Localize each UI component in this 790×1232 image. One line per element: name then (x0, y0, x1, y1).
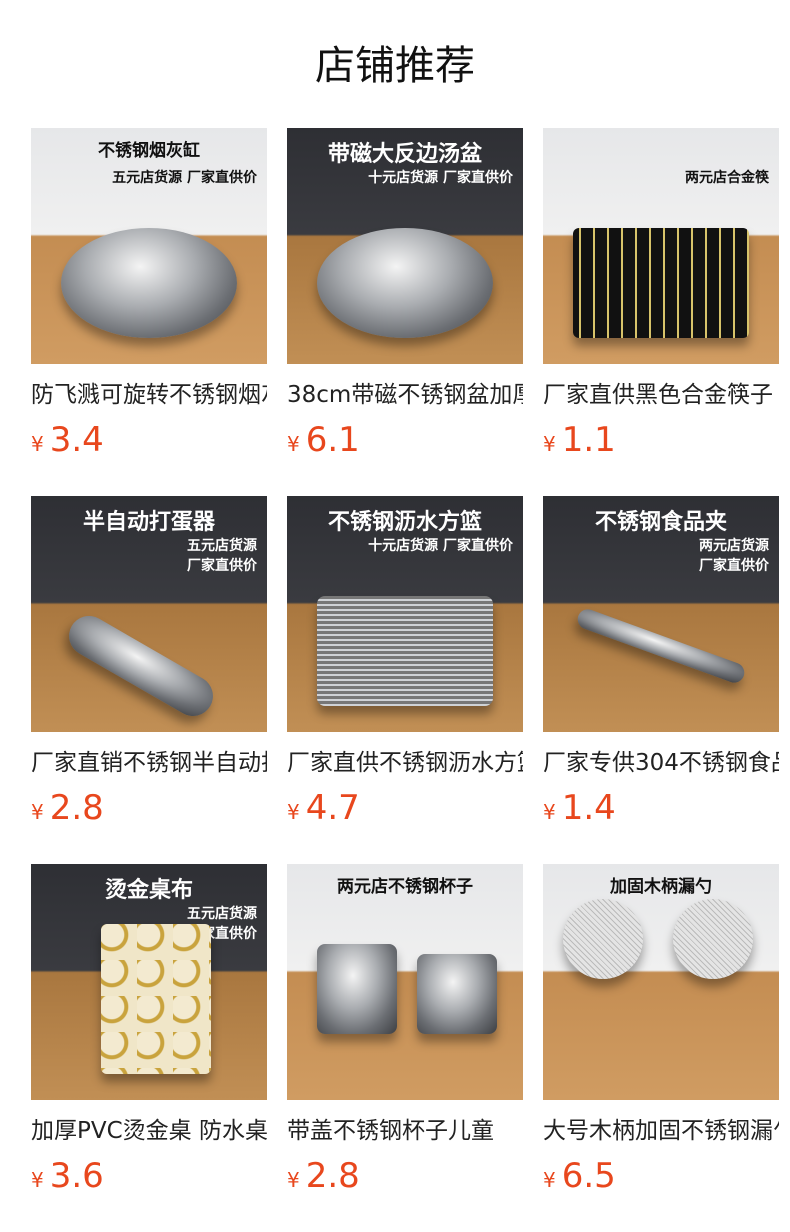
currency-symbol: ¥ (31, 1168, 44, 1192)
product-card[interactable]: 烫金桌布 五元店货源 厂家直供价 加厚PVC烫金桌 防水桌布 ¥3.6 (31, 864, 267, 1204)
product-image[interactable]: 两元店不锈钢杯子 (287, 864, 523, 1100)
image-caption: 两元店不锈钢杯子 (337, 877, 473, 897)
product-name[interactable]: 厂家直供不锈钢沥水方篮 (287, 746, 523, 780)
image-subcaption: 十元店货源 厂家直供价 (368, 170, 513, 186)
image-caption: 加固木柄漏勺 (610, 877, 712, 897)
product-image[interactable]: 不锈钢烟灰缸 五元店货源 厂家直供价 (31, 128, 267, 364)
product-grid: 不锈钢烟灰缸 五元店货源 厂家直供价 防飞溅可旋转不锈钢烟灰缸 ¥3.4 带磁大… (31, 128, 790, 1232)
product-name[interactable]: 38cm带磁不锈钢盆加厚 (287, 378, 523, 412)
price-value: 2.8 (305, 1156, 360, 1196)
product-price: ¥2.8 (31, 786, 267, 836)
product-card[interactable]: 带磁大反边汤盆 十元店货源 厂家直供价 38cm带磁不锈钢盆加厚 ¥6.1 (287, 128, 523, 468)
price-value: 2.8 (49, 788, 104, 828)
product-card[interactable]: 加固木柄漏勺 大号木柄加固不锈钢漏勺 ¥6.5 (543, 864, 779, 1204)
product-image[interactable]: 带磁大反边汤盆 十元店货源 厂家直供价 (287, 128, 523, 364)
page-title: 店铺推荐 (315, 43, 475, 89)
price-value: 6.5 (561, 1156, 616, 1196)
basin-graphic (317, 228, 493, 338)
product-card[interactable]: 不锈钢沥水方篮 十元店货源 厂家直供价 厂家直供不锈钢沥水方篮 ¥4.7 (287, 496, 523, 836)
product-name[interactable]: 厂家直销不锈钢半自动打蛋器 (31, 746, 267, 780)
tongs-graphic (574, 606, 748, 686)
currency-symbol: ¥ (543, 1168, 556, 1192)
product-card[interactable]: 两元店合金筷 厂家直供黑色合金筷子 ¥1.1 (543, 128, 779, 468)
currency-symbol: ¥ (287, 1168, 300, 1192)
price-value: 3.4 (49, 420, 104, 460)
price-value: 3.6 (49, 1156, 104, 1196)
price-value: 1.1 (561, 420, 616, 460)
image-caption: 烫金桌布 (104, 878, 193, 903)
currency-symbol: ¥ (31, 432, 44, 456)
currency-symbol: ¥ (287, 432, 300, 456)
product-name[interactable]: 大号木柄加固不锈钢漏勺 (543, 1114, 779, 1148)
currency-symbol: ¥ (287, 800, 300, 824)
currency-symbol: ¥ (543, 432, 556, 456)
product-price: ¥2.8 (287, 1154, 523, 1204)
product-card[interactable]: 两元店不锈钢杯子 带盖不锈钢杯子儿童 ¥2.8 (287, 864, 523, 1204)
price-value: 6.1 (305, 420, 360, 460)
product-name[interactable]: 防飞溅可旋转不锈钢烟灰缸 (31, 378, 267, 412)
ashtray-graphic (61, 228, 237, 338)
image-caption: 半自动打蛋器 (82, 510, 215, 535)
product-card[interactable]: 不锈钢烟灰缸 五元店货源 厂家直供价 防飞溅可旋转不锈钢烟灰缸 ¥3.4 (31, 128, 267, 468)
price-value: 1.4 (561, 788, 616, 828)
product-price: ¥1.1 (543, 418, 779, 468)
image-caption: 带磁大反边汤盆 (327, 142, 482, 167)
egg-beater-graphic (61, 608, 221, 724)
currency-symbol: ¥ (31, 800, 44, 824)
product-image[interactable]: 半自动打蛋器 五元店货源 厂家直供价 (31, 496, 267, 732)
basket-graphic (317, 596, 493, 706)
product-name[interactable]: 加厚PVC烫金桌 防水桌布 (31, 1114, 267, 1148)
product-image[interactable]: 两元店合金筷 (543, 128, 779, 364)
currency-symbol: ¥ (543, 800, 556, 824)
image-caption: 不锈钢沥水方篮 (327, 510, 482, 535)
price-value: 4.7 (305, 788, 360, 828)
product-name[interactable]: 厂家专供304不锈钢食品夹 (543, 746, 779, 780)
product-price: ¥1.4 (543, 786, 779, 836)
tablecloth-graphic (101, 924, 211, 1074)
product-card[interactable]: 不锈钢食品夹 两元店货源 厂家直供价 厂家专供304不锈钢食品夹 ¥1.4 (543, 496, 779, 836)
strainer-graphic (673, 899, 753, 979)
product-image[interactable]: 烫金桌布 五元店货源 厂家直供价 (31, 864, 267, 1100)
image-subcaption: 五元店货源 厂家直供价 (112, 170, 257, 186)
product-price: ¥6.5 (543, 1154, 779, 1204)
product-price: ¥4.7 (287, 786, 523, 836)
cup-graphic (417, 954, 497, 1034)
image-subcaption: 十元店货源 厂家直供价 (368, 538, 513, 554)
product-price: ¥3.4 (31, 418, 267, 468)
product-price: ¥6.1 (287, 418, 523, 468)
image-caption: 不锈钢烟灰缸 (98, 141, 200, 161)
product-image[interactable]: 加固木柄漏勺 (543, 864, 779, 1100)
cup-graphic (317, 944, 397, 1034)
chopsticks-graphic (573, 228, 749, 338)
strainer-graphic (563, 899, 643, 979)
image-subcaption: 两元店合金筷 (685, 170, 769, 186)
product-image[interactable]: 不锈钢食品夹 两元店货源 厂家直供价 (543, 496, 779, 732)
image-subcaption: 五元店货源 厂家直供价 (187, 538, 257, 574)
product-name[interactable]: 厂家直供黑色合金筷子 (543, 378, 779, 412)
image-subcaption: 两元店货源 厂家直供价 (699, 538, 769, 574)
product-image[interactable]: 不锈钢沥水方篮 十元店货源 厂家直供价 (287, 496, 523, 732)
product-name[interactable]: 带盖不锈钢杯子儿童 (287, 1114, 523, 1148)
product-price: ¥3.6 (31, 1154, 267, 1204)
image-caption: 不锈钢食品夹 (594, 510, 727, 535)
product-card[interactable]: 半自动打蛋器 五元店货源 厂家直供价 厂家直销不锈钢半自动打蛋器 ¥2.8 (31, 496, 267, 836)
